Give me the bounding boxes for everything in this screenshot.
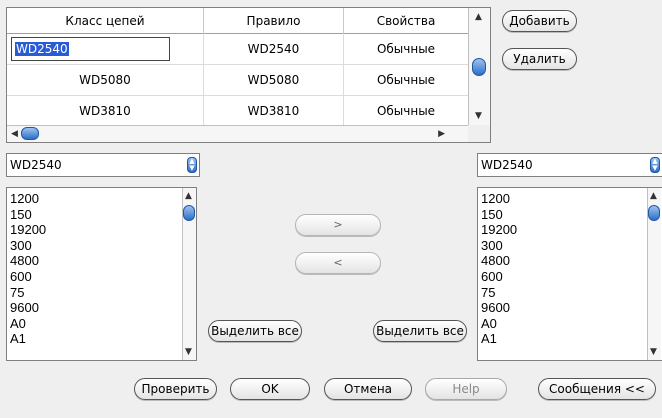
list-item[interactable]: A0 — [10, 316, 46, 332]
scroll-thumb[interactable] — [183, 205, 195, 221]
scroll-up-arrow-icon[interactable]: ▲ — [185, 191, 192, 201]
left-net-list[interactable]: 1200 150 19200 300 4800 600 75 9600 A0 A1 ▲ ▼ — [6, 187, 197, 361]
list-item[interactable]: 150 — [481, 207, 517, 223]
table-row[interactable]: WD2540 WD2540 Обычные — [7, 34, 469, 65]
add-button[interactable]: Добавить — [502, 10, 577, 32]
list-item[interactable]: 300 — [481, 238, 517, 254]
list-item[interactable]: 150 — [10, 207, 46, 223]
scroll-up-arrow-icon[interactable]: ▲ — [475, 12, 482, 22]
list-item[interactable]: 9600 — [10, 300, 46, 316]
scroll-up-arrow-icon[interactable]: ▲ — [650, 191, 657, 201]
remove-button[interactable]: Удалить — [502, 48, 577, 70]
cancel-button[interactable]: Отмена — [324, 378, 412, 400]
list-item[interactable]: 4800 — [10, 253, 46, 269]
list-item[interactable]: A1 — [10, 331, 46, 347]
list-item[interactable]: 9600 — [481, 300, 517, 316]
move-right-button[interactable]: > — [295, 214, 381, 236]
column-header-properties[interactable]: Свойства — [344, 8, 469, 34]
list-items: 1200 150 19200 300 4800 600 75 9600 A0 A1 — [10, 191, 46, 347]
list-item[interactable]: 19200 — [10, 222, 46, 238]
ok-button[interactable]: OK — [230, 378, 310, 400]
list-item[interactable]: 4800 — [481, 253, 517, 269]
list-item[interactable]: A1 — [481, 331, 517, 347]
scroll-down-arrow-icon[interactable]: ▼ — [185, 347, 192, 357]
column-header-rule[interactable]: Правило — [204, 8, 344, 34]
list-item[interactable]: 1200 — [481, 191, 517, 207]
list-item[interactable]: A0 — [481, 316, 517, 332]
left-select-all-button[interactable]: Выделить все — [208, 320, 302, 342]
list-item[interactable]: 19200 — [481, 222, 517, 238]
scroll-right-arrow-icon[interactable]: ▶ — [438, 129, 445, 139]
list-item[interactable]: 75 — [481, 285, 517, 301]
right-select-all-button[interactable]: Выделить все — [373, 320, 467, 342]
column-header-class[interactable]: Класс цепей — [7, 8, 204, 34]
messages-toggle-button[interactable]: Сообщения << — [538, 378, 656, 400]
class-edit-field[interactable]: WD2540 — [11, 37, 170, 61]
move-left-button[interactable]: < — [295, 252, 381, 274]
left-class-combo[interactable]: WD2540 ▲ ▼ — [6, 153, 200, 177]
list-items: 1200 150 19200 300 4800 600 75 9600 A0 A1 — [481, 191, 517, 347]
list-scrollbar[interactable]: ▲ ▼ — [647, 188, 661, 360]
scroll-down-arrow-icon[interactable]: ▼ — [475, 111, 482, 121]
check-button[interactable]: Проверить — [134, 378, 217, 400]
class-cell[interactable]: WD2540 — [7, 34, 204, 64]
list-item[interactable]: 600 — [10, 269, 46, 285]
table-header: Класс цепей Правило Свойства — [7, 8, 469, 34]
selected-text: WD2540 — [15, 42, 69, 56]
list-item[interactable]: 75 — [10, 285, 46, 301]
scroll-down-arrow-icon[interactable]: ▼ — [650, 347, 657, 357]
scroll-thumb[interactable] — [648, 205, 660, 221]
scroll-thumb[interactable] — [21, 127, 39, 140]
properties-cell[interactable]: Обычные — [344, 96, 469, 125]
scroll-thumb[interactable] — [472, 58, 486, 76]
properties-cell[interactable]: Обычные — [344, 34, 469, 64]
table-row[interactable]: WD3810 WD3810 Обычные — [7, 96, 469, 125]
table-row[interactable]: WD5080 WD5080 Обычные — [7, 65, 469, 96]
table-horizontal-scrollbar[interactable]: ◀ ▶ — [7, 125, 469, 142]
help-button: Help — [425, 378, 507, 400]
combo-value: WD2540 — [481, 158, 533, 172]
rule-cell[interactable]: WD2540 — [204, 34, 344, 64]
table-vertical-scrollbar[interactable]: ▲ ▼ — [468, 8, 490, 125]
class-cell[interactable]: WD5080 — [7, 65, 204, 95]
combo-arrows-icon[interactable]: ▲ ▼ — [650, 157, 660, 173]
list-scrollbar[interactable]: ▲ ▼ — [182, 188, 196, 360]
scroll-left-arrow-icon[interactable]: ◀ — [11, 129, 18, 139]
right-class-combo[interactable]: WD2540 ▲ ▼ — [477, 153, 662, 177]
combo-value: WD2540 — [10, 158, 62, 172]
scroll-corner — [468, 125, 490, 142]
list-item[interactable]: 1200 — [10, 191, 46, 207]
list-item[interactable]: 600 — [481, 269, 517, 285]
right-net-list[interactable]: 1200 150 19200 300 4800 600 75 9600 A0 A1 ▲ ▼ — [477, 187, 662, 361]
table-body: WD2540 WD2540 Обычные WD5080 WD5080 Обыч… — [7, 34, 469, 125]
list-item[interactable]: 300 — [10, 238, 46, 254]
rule-cell[interactable]: WD5080 — [204, 65, 344, 95]
properties-cell[interactable]: Обычные — [344, 65, 469, 95]
net-class-table[interactable]: Класс цепей Правило Свойства WD2540 WD25… — [6, 7, 491, 143]
rule-cell[interactable]: WD3810 — [204, 96, 344, 125]
combo-arrows-icon[interactable]: ▲ ▼ — [187, 157, 197, 173]
class-cell[interactable]: WD3810 — [7, 96, 204, 125]
